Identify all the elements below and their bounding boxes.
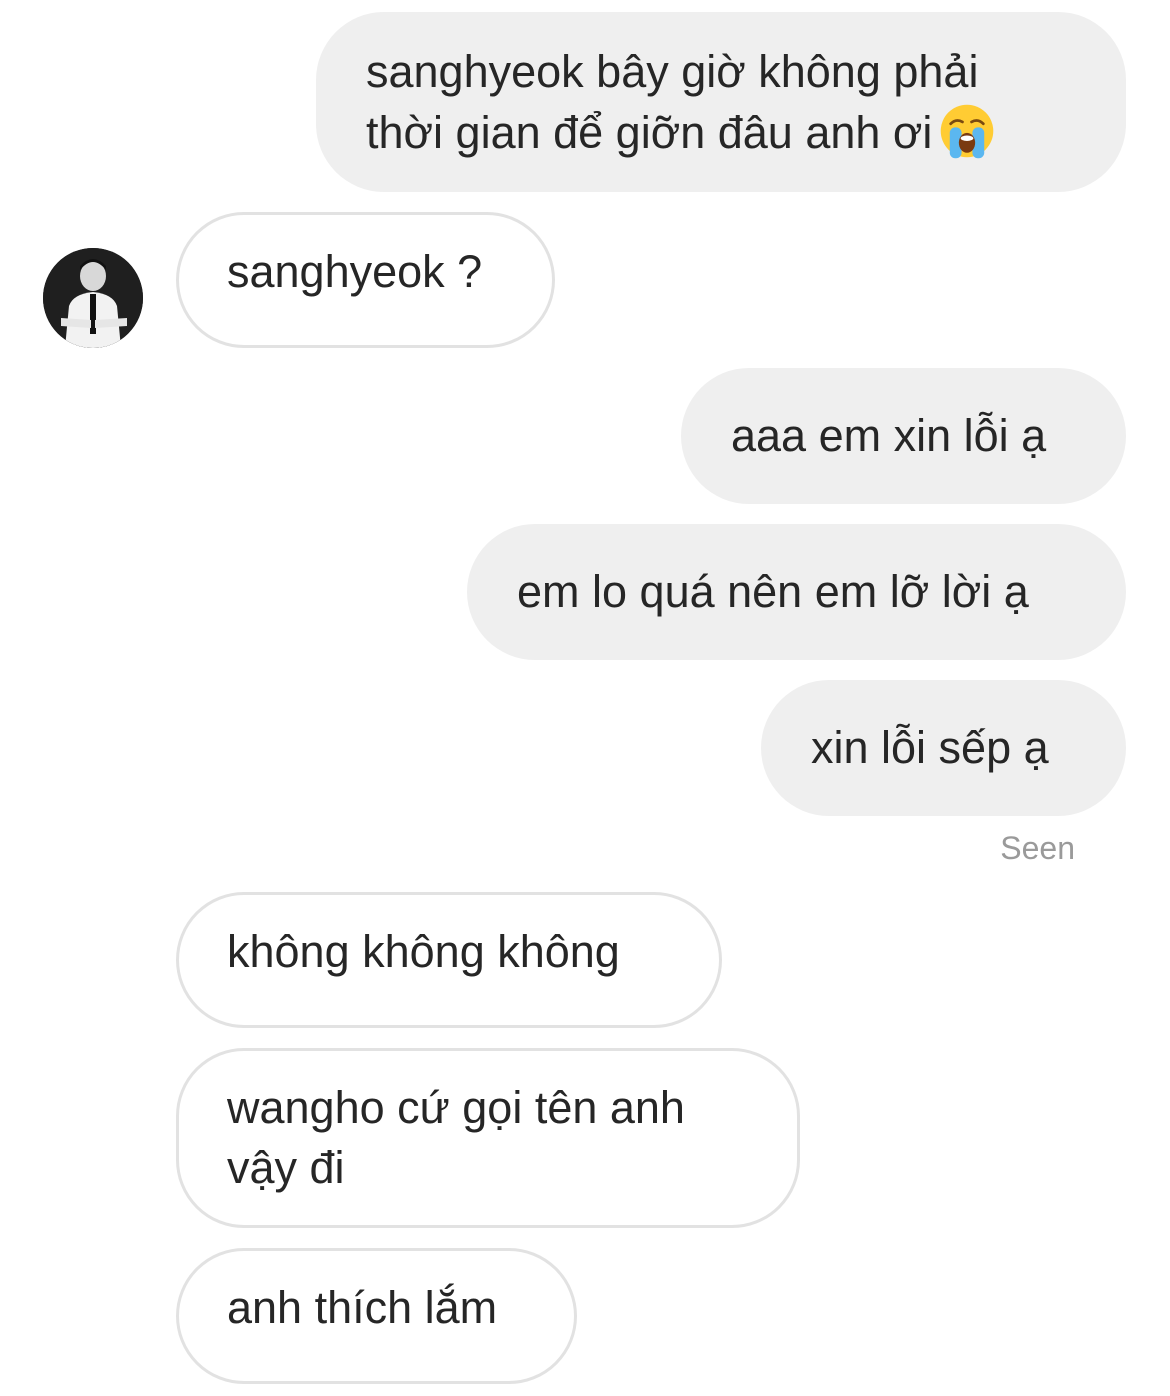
chat-thread: sanghyeok bây giờ không phải thời gian đ…: [0, 0, 1170, 1396]
outgoing-message[interactable]: sanghyeok bây giờ không phải thời gian đ…: [316, 12, 1126, 192]
incoming-message[interactable]: anh thích lắm: [176, 1248, 577, 1384]
message-text-line: xin lỗi sếp ạ: [811, 722, 1049, 773]
outgoing-message[interactable]: xin lỗi sếp ạ: [761, 680, 1126, 816]
outgoing-message[interactable]: em lo quá nên em lỡ lời ạ: [467, 524, 1126, 660]
message-text-line: không không không: [227, 926, 620, 977]
incoming-message[interactable]: không không không: [176, 892, 722, 1028]
message-text-line: wangho cứ gọi tên anh: [227, 1082, 685, 1133]
person-in-suit-photo: [43, 248, 143, 348]
message-text-line: aaa em xin lỗi ạ: [731, 410, 1047, 461]
seen-status: Seen: [1000, 830, 1075, 866]
message-text-line: sanghyeok bây giờ không phải: [366, 46, 979, 97]
message-text-line: vậy đi: [227, 1142, 345, 1193]
message-text-segment: thời gian để giỡn đâu anh ơi: [366, 107, 933, 158]
contact-avatar[interactable]: [43, 248, 143, 348]
message-text-line: sanghyeok ?: [227, 246, 483, 297]
loudly-crying-face-icon: [941, 104, 994, 159]
message-text-line: anh thích lắm: [227, 1282, 498, 1333]
incoming-message[interactable]: sanghyeok ?: [176, 212, 555, 348]
incoming-message[interactable]: wangho cứ gọi tên anh vậy đi: [176, 1048, 800, 1228]
message-text-line: em lo quá nên em lỡ lời ạ: [517, 566, 1029, 617]
outgoing-message[interactable]: aaa em xin lỗi ạ: [681, 368, 1126, 504]
message-text-line: thời gian để giỡn đâu anh ơi: [366, 102, 1076, 163]
